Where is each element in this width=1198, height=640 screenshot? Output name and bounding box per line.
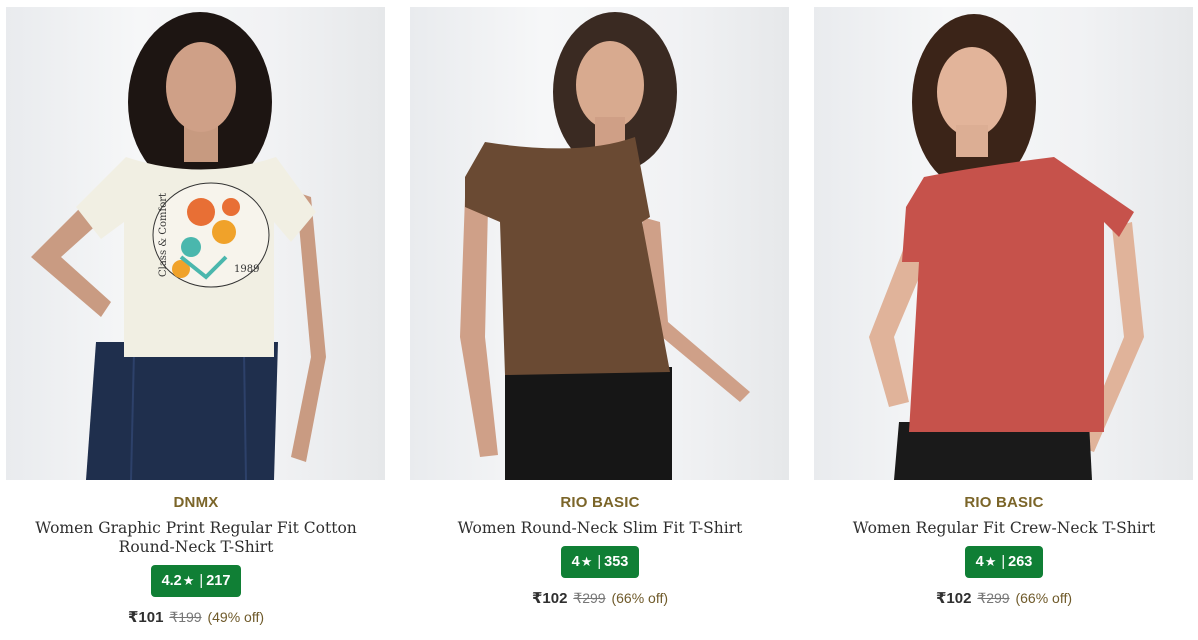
- review-count: 353: [604, 554, 629, 570]
- price-line: ₹102 ₹299 (66% off): [404, 589, 796, 607]
- product-image[interactable]: Class & Comfort 1989: [6, 7, 385, 480]
- rating-value: 4: [975, 554, 984, 570]
- product-info: RIO BASIC Women Round-Neck Slim Fit T-Sh…: [404, 493, 796, 607]
- product-title[interactable]: Women Regular Fit Crew-Neck T-Shirt: [808, 519, 1198, 538]
- product-title[interactable]: Women Graphic Print Regular Fit Cotton R…: [0, 519, 392, 557]
- product-image[interactable]: [410, 7, 789, 480]
- brand-name: RIO BASIC: [560, 494, 640, 511]
- product-grid: Class & Comfort 1989 DNMX Women Graphic …: [0, 0, 1198, 640]
- rating-badge: 4★ | 263: [964, 546, 1044, 578]
- discount-label: (66% off): [611, 590, 669, 606]
- product-card[interactable]: Class & Comfort 1989 DNMX Women Graphic …: [0, 0, 404, 640]
- brand-name: RIO BASIC: [964, 494, 1044, 511]
- product-card[interactable]: RIO BASIC Women Round-Neck Slim Fit T-Sh…: [404, 0, 808, 640]
- original-price: ₹299: [977, 590, 1010, 606]
- product-card[interactable]: RIO BASIC Women Regular Fit Crew-Neck T-…: [808, 0, 1198, 640]
- star-icon: ★: [182, 573, 195, 588]
- svg-text:Class & Comfort: Class & Comfort: [158, 193, 169, 277]
- rating-badge: 4★ | 353: [560, 546, 640, 578]
- product-info: RIO BASIC Women Regular Fit Crew-Neck T-…: [808, 493, 1198, 607]
- rating-value: 4: [571, 554, 580, 570]
- original-price: ₹199: [169, 609, 202, 625]
- selling-price: ₹102: [935, 590, 972, 607]
- product-info: DNMX Women Graphic Print Regular Fit Cot…: [0, 493, 392, 626]
- rating-badge: 4.2★ | 217: [150, 565, 242, 597]
- selling-price: ₹102: [531, 590, 568, 607]
- review-count: 263: [1008, 554, 1033, 570]
- product-title[interactable]: Women Round-Neck Slim Fit T-Shirt: [404, 519, 796, 538]
- discount-label: (66% off): [1015, 590, 1073, 606]
- original-price: ₹299: [573, 590, 606, 606]
- discount-label: (49% off): [207, 609, 265, 625]
- svg-text:1989: 1989: [234, 264, 259, 275]
- selling-price: ₹101: [127, 609, 164, 626]
- price-line: ₹101 ₹199 (49% off): [0, 608, 392, 626]
- star-icon: ★: [984, 554, 997, 569]
- review-count: 217: [206, 573, 231, 589]
- star-icon: ★: [580, 554, 593, 569]
- brand-name: DNMX: [173, 494, 219, 511]
- price-line: ₹102 ₹299 (66% off): [808, 589, 1198, 607]
- rating-value: 4.2: [161, 573, 182, 589]
- product-image[interactable]: [814, 7, 1193, 480]
